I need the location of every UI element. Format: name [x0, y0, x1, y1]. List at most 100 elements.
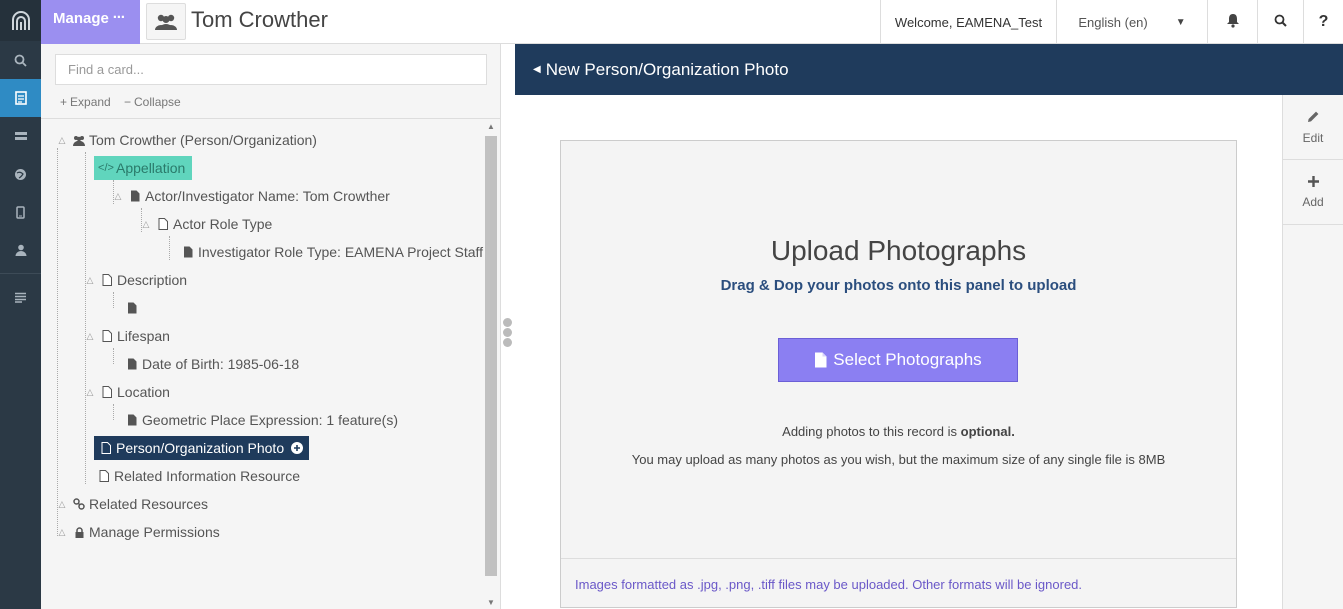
welcome-user[interactable]: Welcome, EAMENA_Test: [880, 0, 1056, 44]
left-nav-rail: [0, 0, 41, 609]
tree-node-label: Related Information Resource: [114, 468, 300, 484]
file-outline-icon: [156, 218, 170, 230]
tree-node-appellation[interactable]: </> Appellation: [94, 156, 193, 180]
top-bar: Manage ⋯ Tom Crowther Welcome, EAMENA_Te…: [41, 0, 1343, 44]
link-icon: [72, 498, 86, 510]
divider: [41, 118, 501, 119]
search-button[interactable]: [1257, 0, 1303, 44]
tree-node-label: Location: [117, 384, 170, 400]
scroll-up-icon[interactable]: ▲: [487, 122, 495, 131]
file-outline-icon: [99, 442, 113, 454]
caret-left-icon[interactable]: ◀: [533, 64, 541, 75]
tree-node-investigator-role-type[interactable]: Investigator Role Type: EAMENA Project S…: [181, 240, 483, 264]
splitter-grip: [503, 328, 512, 337]
optional-prefix: Adding photos to this record is: [782, 424, 961, 439]
rail-divider: [0, 273, 41, 274]
tree-node-related-resources[interactable]: △ Related Resources: [55, 492, 209, 516]
user-icon[interactable]: [0, 231, 41, 269]
tree-node-description-value[interactable]: [125, 296, 142, 320]
select-photographs-button[interactable]: Select Photographs: [778, 338, 1018, 382]
mobile-icon[interactable]: [0, 193, 41, 231]
users-icon: [72, 135, 86, 146]
file-outline-icon: [100, 330, 114, 342]
tree-node-description[interactable]: △ Description: [83, 268, 188, 292]
tree-node-location[interactable]: △ Location: [83, 380, 170, 404]
tree-node-label: Tom Crowther (Person/Organization): [89, 132, 317, 148]
tree-node-actor-role-type[interactable]: △ Actor Role Type: [139, 212, 273, 236]
scrollbar-thumb[interactable]: [485, 136, 497, 576]
file-outline-icon: [100, 274, 114, 286]
upload-title: Upload Photographs: [770, 235, 1027, 266]
tree-node-label: Appellation: [116, 160, 186, 176]
language-select[interactable]: English (en) ▼: [1056, 0, 1207, 44]
globe-icon[interactable]: [0, 155, 41, 193]
file-icon: [125, 358, 139, 370]
photo-drop-zone[interactable]: Upload Photographs Drag & Dop your photo…: [560, 140, 1237, 608]
bell-icon: [1226, 13, 1240, 31]
optional-note: Adding photos to this record is optional…: [561, 424, 1236, 439]
help-button[interactable]: ?: [1303, 0, 1343, 44]
file-icon: [125, 414, 139, 426]
plus-circle-icon[interactable]: [291, 442, 304, 454]
lock-icon: [72, 526, 86, 538]
expand-label: Expand: [70, 95, 111, 109]
splitter-grip: [503, 338, 512, 347]
resource-type-icon: [146, 3, 186, 40]
tree-node-geometric-place[interactable]: Geometric Place Expression: 1 feature(s): [125, 408, 398, 432]
tree-node-label: Actor Role Type: [173, 216, 273, 232]
tree-node-lifespan[interactable]: △ Lifespan: [83, 324, 170, 348]
tree-node-label: Geometric Place Expression: 1 feature(s): [142, 412, 398, 428]
panel-splitter[interactable]: [501, 44, 515, 609]
upload-subtitle: Drag & Dop your photos onto this panel t…: [720, 277, 1077, 294]
tree-node-label: Actor/Investigator Name: Tom Crowther: [145, 188, 390, 204]
tree-node-person-photo[interactable]: Person/Organization Photo: [94, 436, 310, 460]
file-icon: [125, 302, 139, 314]
form-body: Upload Photographs Drag & Dop your photo…: [515, 95, 1282, 609]
find-card-input[interactable]: [55, 54, 487, 85]
expand-button[interactable]: + Expand: [60, 95, 111, 109]
notifications-button[interactable]: [1207, 0, 1257, 44]
add-button[interactable]: Add: [1283, 160, 1343, 225]
file-icon: [181, 246, 195, 258]
file-icon: [128, 190, 142, 202]
max-size-note: You may upload as many photos as you wis…: [631, 452, 1166, 467]
list-icon[interactable]: [0, 278, 41, 316]
toggle-icon[interactable]: △: [111, 191, 125, 202]
search-icon[interactable]: [0, 41, 41, 79]
toggle-icon[interactable]: △: [83, 275, 97, 286]
edit-button[interactable]: Edit: [1283, 95, 1343, 160]
add-label: Add: [1302, 195, 1324, 209]
tree-connector: [57, 148, 58, 536]
tree-scrollbar[interactable]: ▲ ▼: [485, 122, 497, 608]
app-logo[interactable]: [0, 0, 41, 41]
collapse-button[interactable]: − Collapse: [124, 95, 181, 109]
tree-node-label: Manage Permissions: [89, 524, 220, 540]
tree-node-related-information[interactable]: Related Information Resource: [97, 464, 300, 488]
minus-icon: −: [124, 95, 132, 109]
toggle-icon[interactable]: △: [55, 499, 69, 510]
tree-node-actor-name[interactable]: △ Actor/Investigator Name: Tom Crowther: [111, 184, 390, 208]
toggle-icon[interactable]: △: [139, 219, 153, 230]
plus-icon: +: [60, 95, 68, 109]
toggle-icon[interactable]: △: [55, 527, 69, 538]
card-tree-panel: + Expand − Collapse △ Tom Crowther (Pers…: [41, 44, 501, 609]
tree-connector: [113, 404, 114, 420]
formats-note: Images formatted as .jpg, .png, .tiff fi…: [561, 558, 1236, 609]
manage-label: Manage: [53, 10, 109, 27]
file-outline-icon: [97, 470, 111, 482]
tree-node-manage-permissions[interactable]: △ Manage Permissions: [55, 520, 220, 544]
caret-down-icon: ▼: [1175, 16, 1186, 28]
toggle-icon[interactable]: △: [83, 331, 97, 342]
code-icon: </>: [98, 162, 114, 174]
search-icon: [1274, 14, 1287, 30]
form-header: ◀ New Person/Organization Photo: [515, 44, 1343, 95]
toggle-icon[interactable]: △: [55, 135, 69, 146]
tree-node-date-of-birth[interactable]: Date of Birth: 1985-06-18: [125, 352, 299, 376]
database-icon[interactable]: [0, 117, 41, 155]
edit-label: Edit: [1302, 130, 1324, 145]
toggle-icon[interactable]: △: [83, 387, 97, 398]
tree-node-person[interactable]: △ Tom Crowther (Person/Organization): [55, 128, 317, 152]
resource-editor-icon[interactable]: [0, 79, 41, 117]
manage-menu-button[interactable]: Manage ⋯: [41, 0, 140, 44]
scroll-down-icon[interactable]: ▼: [487, 598, 495, 607]
